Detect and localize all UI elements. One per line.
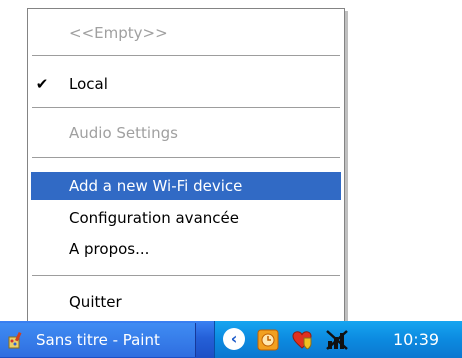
- menu-item-label: Quitter: [69, 293, 122, 311]
- orange-clock-icon[interactable]: [257, 329, 279, 351]
- taskbar: Sans titre - Paint ‹ 10:39: [0, 321, 462, 358]
- menu-separator: [32, 55, 340, 57]
- context-menu: <<Empty>> ✔ Local Audio Settings Add a n…: [27, 8, 345, 325]
- menu-item-label: Local: [69, 75, 108, 93]
- menu-item-label: A propos...: [69, 240, 150, 258]
- system-tray: ‹ 10:39: [214, 321, 462, 358]
- clock[interactable]: 10:39: [381, 321, 451, 358]
- menu-separator: [32, 157, 340, 159]
- menu-item-label: Audio Settings: [69, 124, 178, 142]
- menu-item-empty: <<Empty>>: [31, 19, 341, 47]
- menu-separator: [32, 107, 340, 109]
- checkmark-icon: ✔: [35, 75, 49, 93]
- menu-item-label: Configuration avancée: [69, 209, 239, 227]
- paint-icon: [8, 331, 22, 349]
- taskbar-button-paint[interactable]: Sans titre - Paint: [0, 323, 196, 357]
- menu-item-a-propos[interactable]: A propos...: [31, 235, 341, 263]
- menu-item-label: <<Empty>>: [69, 24, 168, 42]
- menu-item-audio-settings: Audio Settings: [31, 119, 341, 147]
- menu-separator: [32, 275, 340, 277]
- menu-item-configuration-avancee[interactable]: Configuration avancée: [31, 204, 341, 232]
- menu-item-quitter[interactable]: Quitter: [31, 288, 341, 316]
- taskbar-button-label: Sans titre - Paint: [36, 331, 160, 349]
- menu-item-label: Add a new Wi-Fi device: [69, 177, 243, 195]
- show-hidden-icons-arrow[interactable]: ‹: [223, 328, 245, 350]
- menu-item-local[interactable]: ✔ Local: [31, 70, 341, 98]
- menu-item-add-wifi-device[interactable]: Add a new Wi-Fi device: [31, 172, 341, 200]
- heart-shield-icon[interactable]: [291, 329, 313, 351]
- network-disconnected-icon[interactable]: [325, 329, 351, 351]
